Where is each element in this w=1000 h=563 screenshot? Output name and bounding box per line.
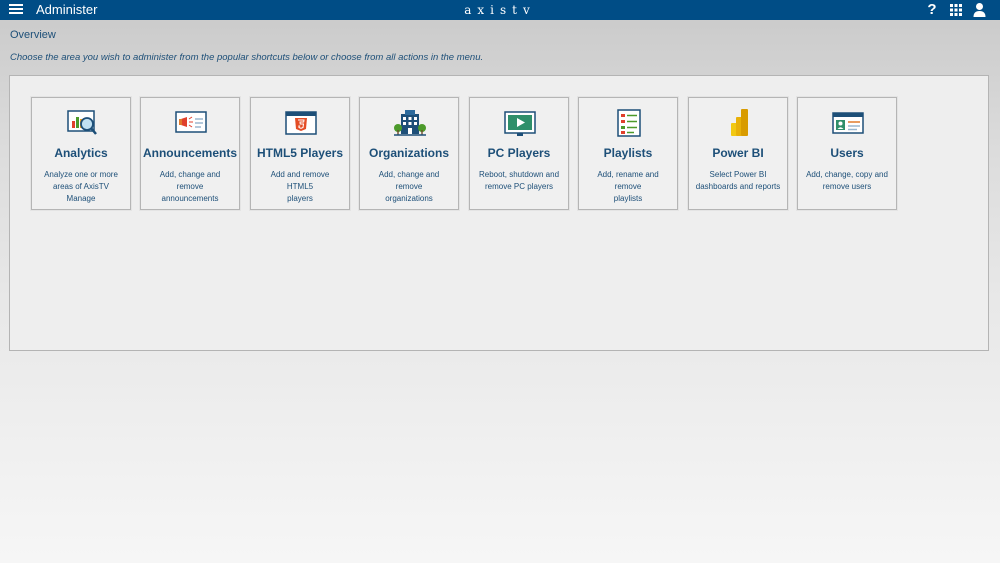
hamburger-menu-icon[interactable] xyxy=(9,3,23,17)
tile-organizations[interactable]: Organizations Add, change and remove orga… xyxy=(359,97,459,210)
tile-title: Analytics xyxy=(54,146,108,160)
help-icon[interactable]: ? xyxy=(926,2,938,18)
power-bi-icon xyxy=(722,108,756,138)
tile-title: Power BI xyxy=(712,146,764,160)
tile-description: Add, change, copy and remove users xyxy=(806,170,888,191)
tile-description: Reboot, shutdown and remove PC players xyxy=(478,170,560,191)
overview-instructions: Choose the area you wish to administer f… xyxy=(10,52,484,63)
tile-analytics[interactable]: Analytics Analyze one or more areas of Ax… xyxy=(31,97,131,210)
tile-title: PC Players xyxy=(487,146,551,160)
tile-title: Users xyxy=(830,146,864,160)
tile-playlists[interactable]: Playlists Add, rename and remove playlist… xyxy=(578,97,678,210)
tile-announcements[interactable]: Announcements Add, change and remove anno… xyxy=(140,97,240,210)
tile-description: Add, change and remove announcements xyxy=(159,170,221,203)
tile-users[interactable]: Users Add, change, copy and remove users xyxy=(797,97,897,210)
top-bar: Administer axistv ? xyxy=(0,0,1000,20)
tile-html5-players[interactable]: HTML5 Players Add and remove HTML5 player… xyxy=(250,97,350,210)
tile-description: Select Power BI dashboards and reports xyxy=(695,170,781,191)
tile-title: HTML5 Players xyxy=(256,146,344,160)
organizations-icon xyxy=(393,108,427,138)
axistv-logo: axistv xyxy=(464,3,536,17)
pc-player-icon xyxy=(503,108,537,138)
page-title: Administer xyxy=(36,2,98,17)
shortcuts-panel: Analytics Analyze one or more areas of Ax… xyxy=(9,75,989,351)
tile-title: Organizations xyxy=(368,146,449,160)
tile-title: Playlists xyxy=(603,146,653,160)
announcements-icon xyxy=(174,108,208,138)
user-icon[interactable] xyxy=(973,2,986,18)
tile-title: Announcements xyxy=(142,146,237,160)
tile-description: Add and remove HTML5 players xyxy=(270,170,330,203)
users-icon xyxy=(831,108,865,138)
tile-description: Add, rename and remove playlists xyxy=(597,170,659,203)
html5-icon xyxy=(284,108,318,138)
tile-pc-players[interactable]: PC Players Reboot, shutdown and remove PC… xyxy=(469,97,569,210)
apps-grid-icon[interactable] xyxy=(950,2,962,18)
playlist-icon xyxy=(612,108,646,138)
tile-description: Analyze one or more areas of AxisTV Manag… xyxy=(44,170,118,203)
tile-power-bi[interactable]: Power BI Select Power BI dashboards and r… xyxy=(688,97,788,210)
overview-heading: Overview xyxy=(10,29,56,41)
analytics-icon xyxy=(65,108,99,138)
tile-description: Add, change and remove organizations xyxy=(378,170,440,203)
